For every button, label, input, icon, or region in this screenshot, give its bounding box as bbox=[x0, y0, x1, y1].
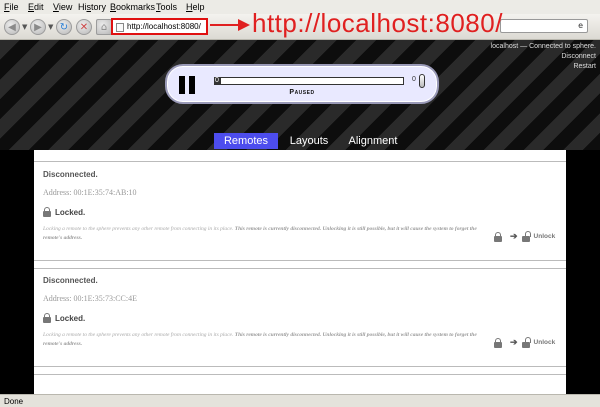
stop-icon[interactable]: ✕ bbox=[76, 19, 92, 35]
unlocked-icon bbox=[521, 230, 531, 242]
app-area: localhost — Connected to sphere. Disconn… bbox=[0, 40, 600, 394]
remote-description: Locking a remote to the sphere prevents … bbox=[43, 331, 483, 349]
remote-address: Address: 00:1E:35:74:AB:10 bbox=[43, 188, 137, 197]
progress-left-value: 0 bbox=[215, 77, 219, 84]
search-input[interactable]: e bbox=[500, 19, 588, 33]
description-text: Locking a remote to the sphere prevents … bbox=[43, 226, 235, 232]
menu-file[interactable]: File bbox=[4, 2, 19, 12]
restart-link[interactable]: Restart bbox=[491, 62, 596, 72]
status-bar: Done bbox=[0, 394, 600, 407]
home-icon[interactable]: ⌂ bbox=[96, 19, 112, 35]
unlocked-icon bbox=[521, 336, 531, 348]
arrow-right-icon: ➔ bbox=[510, 231, 518, 241]
status-text: Done bbox=[4, 397, 24, 406]
arrow-right-icon: ➔ bbox=[510, 337, 518, 347]
unlock-button[interactable]: ➔ Unlock bbox=[494, 336, 556, 348]
menu-view[interactable]: View bbox=[53, 2, 72, 12]
connection-status: localhost — Connected to sphere. Disconn… bbox=[491, 42, 596, 72]
lock-icon bbox=[43, 313, 51, 323]
lock-icon bbox=[494, 337, 502, 348]
remote-item: Disconnected. Address: 00:1E:35:74:AB:10… bbox=[34, 164, 566, 264]
playback-state: Paused bbox=[289, 89, 315, 96]
menu-tools[interactable]: Tools bbox=[156, 2, 177, 12]
unlock-button[interactable]: ➔ Unlock bbox=[494, 230, 556, 242]
remote-lock-state: Locked. bbox=[43, 313, 85, 323]
divider bbox=[34, 260, 566, 261]
tab-alignment[interactable]: Alignment bbox=[340, 133, 406, 149]
reload-icon[interactable]: ↻ bbox=[56, 19, 72, 35]
lock-label: Locked. bbox=[55, 313, 86, 323]
address-bar[interactable]: http://localhost:8080/ bbox=[111, 18, 208, 35]
divider bbox=[34, 366, 566, 367]
remote-description: Locking a remote to the sphere prevents … bbox=[43, 225, 483, 243]
playback-panel: 0 0 Paused bbox=[165, 64, 439, 104]
remote-status: Disconnected. bbox=[43, 170, 98, 179]
remote-address: Address: 00:1E:35:73:CC:4E bbox=[43, 294, 137, 303]
remotes-panel: Disconnected. Address: 00:1E:35:74:AB:10… bbox=[34, 150, 566, 394]
annotation-arrow bbox=[210, 19, 250, 31]
lock-label: Locked. bbox=[55, 207, 86, 217]
menu-help[interactable]: Help bbox=[186, 2, 205, 12]
remote-status: Disconnected. bbox=[43, 276, 98, 285]
description-text: Locking a remote to the sphere prevents … bbox=[43, 332, 235, 338]
menu-history[interactable]: History bbox=[78, 2, 106, 12]
lock-icon bbox=[43, 207, 51, 217]
menu-edit[interactable]: Edit bbox=[28, 2, 44, 12]
tab-remotes[interactable]: Remotes bbox=[214, 133, 278, 149]
page-favicon-icon bbox=[116, 23, 124, 32]
menu-bookmarks[interactable]: Bookmarks bbox=[110, 2, 155, 12]
divider bbox=[34, 161, 566, 162]
annotation-label: http://localhost:8080/ bbox=[252, 8, 503, 38]
unlock-label: Unlock bbox=[533, 233, 556, 240]
forward-dropdown-icon[interactable]: ▼ bbox=[48, 23, 53, 31]
divider bbox=[34, 374, 566, 375]
back-dropdown-icon[interactable]: ▼ bbox=[22, 23, 27, 31]
tab-bar: Remotes Layouts Alignment bbox=[0, 133, 600, 149]
unlock-label: Unlock bbox=[533, 339, 556, 346]
progress-track[interactable] bbox=[214, 77, 404, 85]
progress-right-value: 0 bbox=[412, 76, 416, 83]
lock-icon bbox=[494, 231, 502, 242]
forward-icon[interactable]: ▶ bbox=[30, 19, 46, 35]
connection-text: localhost — Connected to sphere. bbox=[490, 43, 596, 50]
back-icon[interactable]: ◀ bbox=[4, 19, 20, 35]
divider bbox=[34, 268, 566, 269]
remote-item: Disconnected. Address: 00:1E:35:73:CC:4E… bbox=[34, 270, 566, 370]
disconnect-link[interactable]: Disconnect bbox=[491, 52, 596, 62]
address-url: http://localhost:8080/ bbox=[127, 22, 201, 31]
volume-knob[interactable] bbox=[419, 74, 425, 88]
remote-lock-state: Locked. bbox=[43, 207, 85, 217]
tab-layouts[interactable]: Layouts bbox=[282, 133, 336, 149]
